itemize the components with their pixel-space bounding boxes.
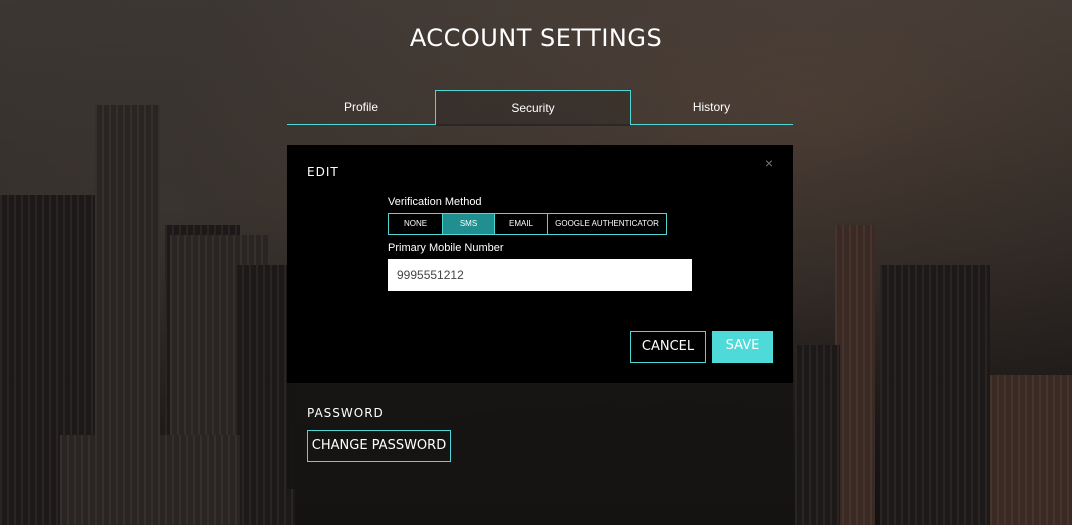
edit-title: EDIT (307, 165, 339, 179)
security-panel: EDIT × Verification Method NONE SMS EMAI… (287, 145, 793, 489)
settings-tabs: Profile Security History (287, 90, 793, 126)
tab-security[interactable]: Security (435, 90, 631, 126)
tab-profile[interactable]: Profile (287, 90, 435, 124)
change-password-button[interactable]: CHANGE PASSWORD (307, 430, 451, 462)
cancel-button[interactable]: CANCEL (630, 331, 706, 363)
verification-method-label: Verification Method (388, 196, 482, 208)
method-option-sms[interactable]: SMS (443, 214, 495, 234)
method-option-google-authenticator[interactable]: GOOGLE AUTHENTICATOR (548, 214, 666, 234)
edit-dialog: EDIT × Verification Method NONE SMS EMAI… (287, 145, 793, 383)
primary-mobile-label: Primary Mobile Number (388, 242, 504, 254)
method-option-email[interactable]: EMAIL (495, 214, 548, 234)
method-option-none[interactable]: NONE (389, 214, 443, 234)
password-section-title: PASSWORD (307, 406, 384, 420)
verification-method-selector: NONE SMS EMAIL GOOGLE AUTHENTICATOR (388, 213, 667, 235)
page-title: ACCOUNT SETTINGS (409, 24, 663, 52)
close-icon[interactable]: × (765, 155, 773, 171)
tab-history[interactable]: History (630, 90, 793, 124)
primary-mobile-input[interactable] (388, 259, 692, 291)
save-button[interactable]: SAVE (712, 331, 773, 363)
